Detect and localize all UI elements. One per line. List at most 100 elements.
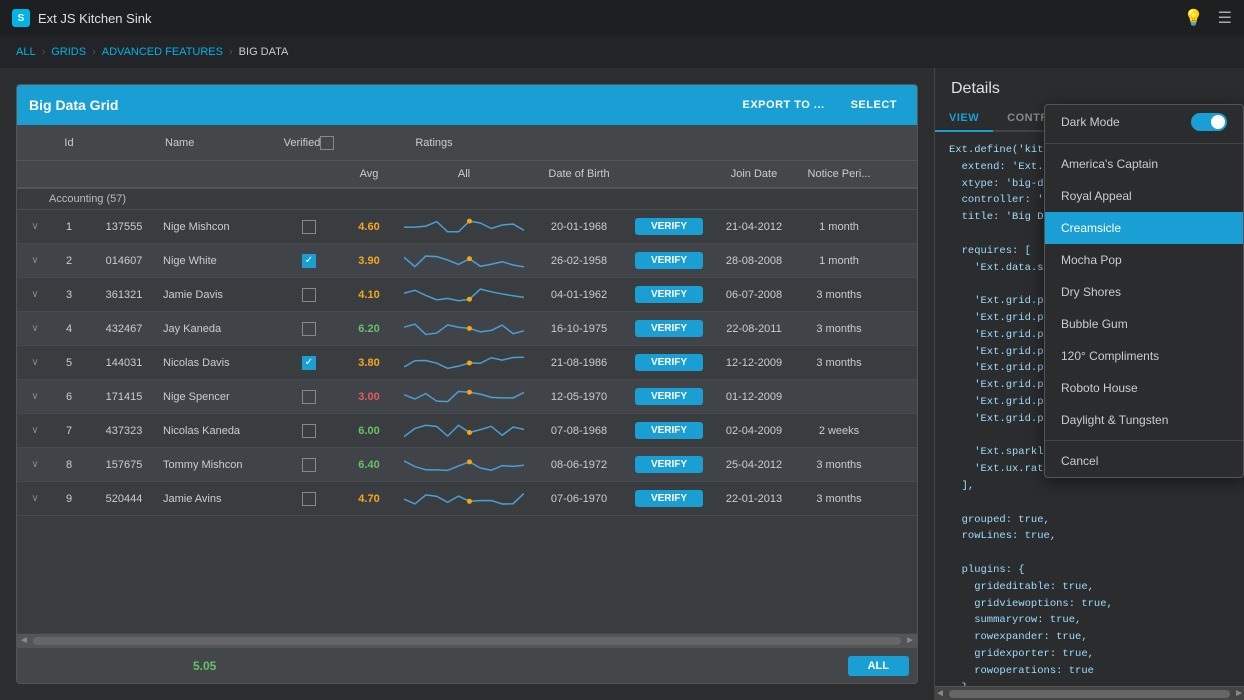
bulb-icon[interactable]: 💡 [1184,8,1204,28]
theme-roboto-house[interactable]: Roboto House [1045,372,1243,404]
cell-sparkline [399,251,529,271]
theme-daylight-tungsten[interactable]: Daylight & Tungsten [1045,404,1243,436]
col-name-header[interactable]: Name [159,137,279,149]
col-sub-joindate[interactable]: Join Date [709,168,799,180]
verified-checkbox[interactable] [302,220,316,234]
right-scroll-left[interactable]: ◄ [935,688,945,699]
verify-button[interactable]: VERIFY [635,320,703,337]
verified-checkbox[interactable] [302,390,316,404]
verify-button[interactable]: VERIFY [635,354,703,371]
cell-verify[interactable]: VERIFY [629,354,709,371]
cell-verify[interactable]: VERIFY [629,490,709,507]
cell-verify[interactable]: VERIFY [629,388,709,405]
verified-checkbox[interactable] [302,492,316,506]
expand-arrow[interactable]: ∨ [21,289,49,300]
verify-button[interactable]: VERIFY [635,218,703,235]
theme-dry-shores[interactable]: Dry Shores [1045,276,1243,308]
theme-120-compliments[interactable]: 120° Compliments [1045,340,1243,372]
theme-bubble-gum[interactable]: Bubble Gum [1045,308,1243,340]
col-sub-all[interactable]: All [399,168,529,180]
cell-verified[interactable] [279,356,339,370]
verified-checkbox[interactable] [302,288,316,302]
expand-arrow[interactable]: ∨ [21,221,49,232]
theme-royal-appeal[interactable]: Royal Appeal [1045,180,1243,212]
details-title: Details [935,68,1244,98]
expand-arrow[interactable]: ∨ [21,425,49,436]
right-bottom-scroll[interactable]: ◄ ► [935,686,1244,700]
cell-verify[interactable]: VERIFY [629,456,709,473]
cell-verified[interactable] [279,288,339,302]
grid-panel: Big Data Grid EXPORT TO ... SELECT Id Na… [16,84,918,684]
verify-button[interactable]: VERIFY [635,388,703,405]
col-ratings-header[interactable]: Ratings [339,137,529,149]
grid-body[interactable]: Accounting (57) ∨ 1 137555 Nige Mishcon … [17,189,917,633]
cell-avg: 4.60 [339,221,399,233]
verify-button[interactable]: VERIFY [635,252,703,269]
cell-verified[interactable] [279,322,339,336]
cell-verify[interactable]: VERIFY [629,252,709,269]
dark-mode-toggle-row: Dark Mode [1045,105,1243,139]
col-sub-notice[interactable]: Notice Peri... [799,168,879,180]
col-sub-dob[interactable]: Date of Birth [529,168,629,180]
expand-arrow[interactable]: ∨ [21,391,49,402]
verified-checkbox[interactable] [302,458,316,472]
cell-verified[interactable] [279,254,339,268]
cell-verify[interactable]: VERIFY [629,218,709,235]
breadcrumb-all[interactable]: ALL [16,46,36,58]
verified-checkbox[interactable] [302,424,316,438]
cell-verify[interactable]: VERIFY [629,422,709,439]
cell-verified[interactable] [279,390,339,404]
expand-arrow[interactable]: ∨ [21,255,49,266]
cell-avg: 4.10 [339,289,399,301]
cell-verify[interactable]: VERIFY [629,320,709,337]
dark-mode-toggle[interactable] [1191,113,1227,131]
export-button[interactable]: EXPORT TO ... [735,95,833,115]
tab-view[interactable]: VIEW [935,106,993,132]
expand-arrow[interactable]: ∨ [21,323,49,334]
verified-checkbox[interactable] [302,322,316,336]
horizontal-scrollbar[interactable]: ◄ ► [17,633,917,647]
theme-cancel[interactable]: Cancel [1045,445,1243,477]
cell-rowid: 137555 [89,221,159,233]
theme-mocha-pop[interactable]: Mocha Pop [1045,244,1243,276]
select-button[interactable]: SELECT [843,95,905,115]
cell-verified[interactable] [279,424,339,438]
menu-icon[interactable]: ☰ [1218,8,1232,28]
scroll-right-arrow[interactable]: ► [905,635,915,646]
col-sub-avg[interactable]: Avg [339,168,399,180]
all-button[interactable]: ALL [848,656,909,676]
table-row: ∨ 2 014607 Nige White 3.90 26-02-1958 VE… [17,244,917,278]
verify-button[interactable]: VERIFY [635,456,703,473]
breadcrumb-grids[interactable]: GRIDS [51,46,86,58]
expand-arrow[interactable]: ∨ [21,357,49,368]
cell-notice: 3 months [799,323,879,335]
verify-button[interactable]: VERIFY [635,490,703,507]
col-id-header[interactable]: Id [49,137,89,149]
scroll-track[interactable] [33,637,901,645]
verify-button[interactable]: VERIFY [635,286,703,303]
verify-button[interactable]: VERIFY [635,422,703,439]
expand-arrow[interactable]: ∨ [21,459,49,470]
cell-verified[interactable] [279,492,339,506]
column-headers-row2: Avg All Date of Birth Join Date Notice P… [17,161,917,189]
expand-arrow[interactable]: ∨ [21,493,49,504]
verified-checkbox[interactable] [302,254,316,268]
cell-name: Jamie Avins [159,493,279,505]
cell-verify[interactable]: VERIFY [629,286,709,303]
verified-header-checkbox[interactable] [320,136,334,150]
right-scroll-right[interactable]: ► [1234,688,1244,699]
cell-joindate: 12-12-2009 [709,357,799,369]
cell-sparkline [399,353,529,373]
col-verified-header[interactable]: Verified [279,136,339,150]
right-scroll-track[interactable] [949,690,1230,698]
left-content: Big Data Grid EXPORT TO ... SELECT Id Na… [0,68,934,700]
verified-checkbox[interactable] [302,356,316,370]
theme-creamsicle[interactable]: Creamsicle [1045,212,1243,244]
cell-verified[interactable] [279,458,339,472]
breadcrumb-advanced[interactable]: ADVANCED FEATURES [102,46,223,58]
cell-avg: 6.00 [339,425,399,437]
cell-joindate: 21-04-2012 [709,221,799,233]
theme-americas-captain[interactable]: America's Captain [1045,148,1243,180]
cell-verified[interactable] [279,220,339,234]
scroll-left-arrow[interactable]: ◄ [19,635,29,646]
